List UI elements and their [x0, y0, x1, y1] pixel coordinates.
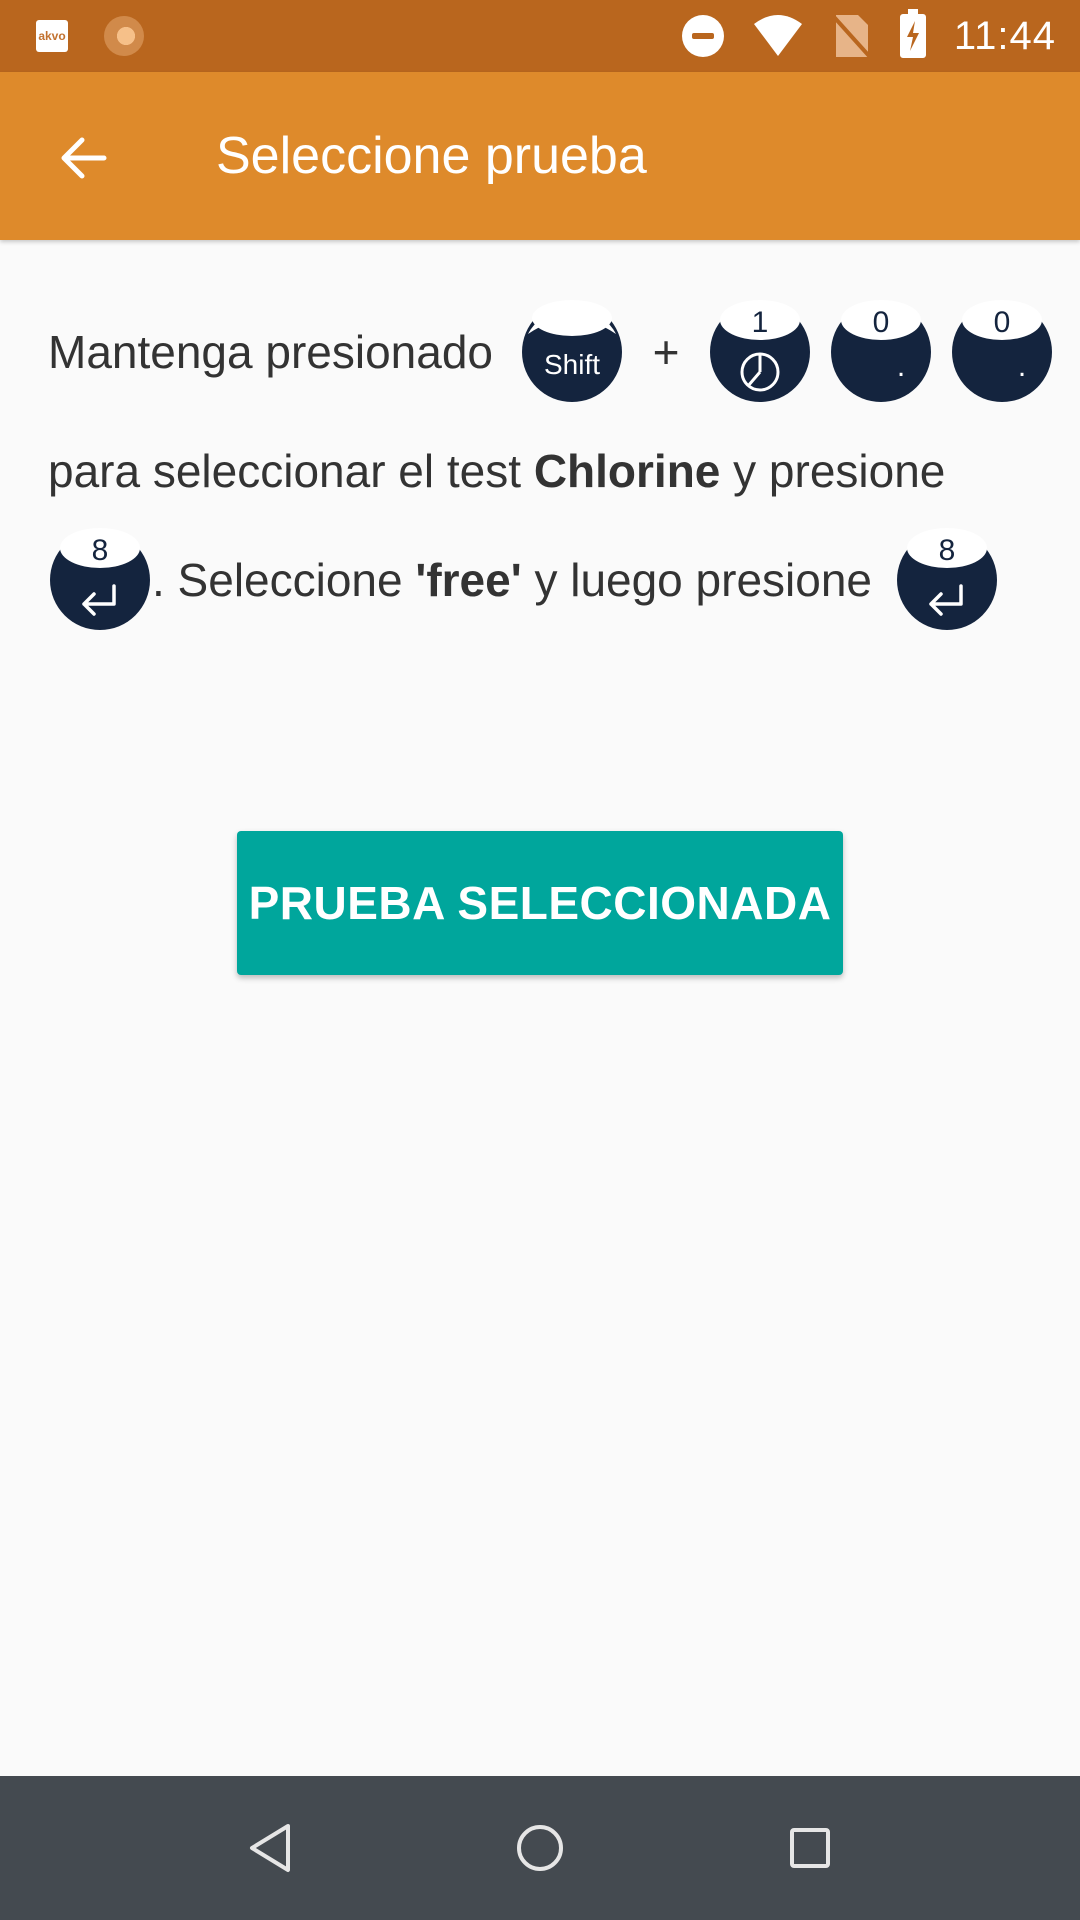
navigation-bar — [0, 1776, 1080, 1920]
test-name: Chlorine — [533, 444, 721, 497]
no-sim-icon — [832, 15, 872, 59]
key-0-sub-label: . — [1018, 350, 1026, 383]
app-bar: Seleccione prueba — [0, 72, 1080, 240]
status-time: 11:44 — [953, 13, 1056, 58]
instruction-line-2: para seleccionar el test Chlorine y pres… — [48, 440, 945, 498]
key-0-icon: 0 . — [951, 300, 1052, 402]
key-0-label: 0 — [993, 306, 1010, 339]
page-title: Seleccione prueba — [216, 127, 647, 185]
plus-sign: + — [652, 326, 680, 378]
shift-key-label: Shift — [544, 349, 600, 380]
instruction-text-2a: para seleccionar el test — [48, 444, 522, 497]
instruction-text-3b: y luego presione — [534, 554, 873, 606]
back-button[interactable] — [40, 116, 124, 200]
instruction-line-1: Mantenga presionado Shift + 1 0 . 0 . — [48, 300, 1054, 404]
key-0-sub-label: . — [897, 350, 905, 383]
nav-recents-button[interactable] — [780, 1818, 840, 1878]
enter-key-icon: 8 — [896, 528, 997, 630]
sync-notification-icon — [104, 16, 144, 56]
battery-charging-icon — [899, 9, 926, 58]
wifi-icon — [753, 15, 802, 56]
key-0-label: 0 — [873, 306, 890, 339]
status-left: akvo — [36, 16, 144, 56]
instruction-line-3: 8 . Seleccione 'free' y luego presione 8 — [48, 528, 999, 632]
key-1-icon: 1 — [710, 300, 811, 402]
option-name: 'free' — [415, 554, 522, 606]
instruction-text-3a: . Seleccione — [152, 554, 403, 606]
akvo-notification-icon: akvo — [36, 20, 68, 52]
shift-key-icon: Shift — [521, 300, 622, 402]
enter-key-label: 8 — [938, 534, 955, 567]
triangle-back-icon — [250, 1824, 290, 1872]
key-1-label: 1 — [752, 306, 769, 339]
enter-key-icon: 8 — [50, 528, 150, 630]
instruction-text-1: Mantenga presionado — [48, 326, 493, 378]
nav-home-button[interactable] — [510, 1818, 570, 1878]
square-recents-icon — [790, 1828, 830, 1868]
arrow-back-icon — [61, 137, 107, 179]
do-not-disturb-icon — [681, 15, 724, 57]
circle-home-icon — [517, 1825, 563, 1871]
test-selected-button[interactable]: PRUEBA SELECCIONADA — [237, 831, 843, 975]
instruction-text-2b: y presione — [733, 444, 946, 497]
status-bar: akvo 11:44 — [0, 0, 1080, 72]
nav-back-button[interactable] — [240, 1818, 300, 1878]
status-right: 11:44 — [681, 0, 1056, 72]
key-0-icon: 0 . — [831, 300, 931, 402]
enter-key-label: 8 — [92, 534, 109, 567]
